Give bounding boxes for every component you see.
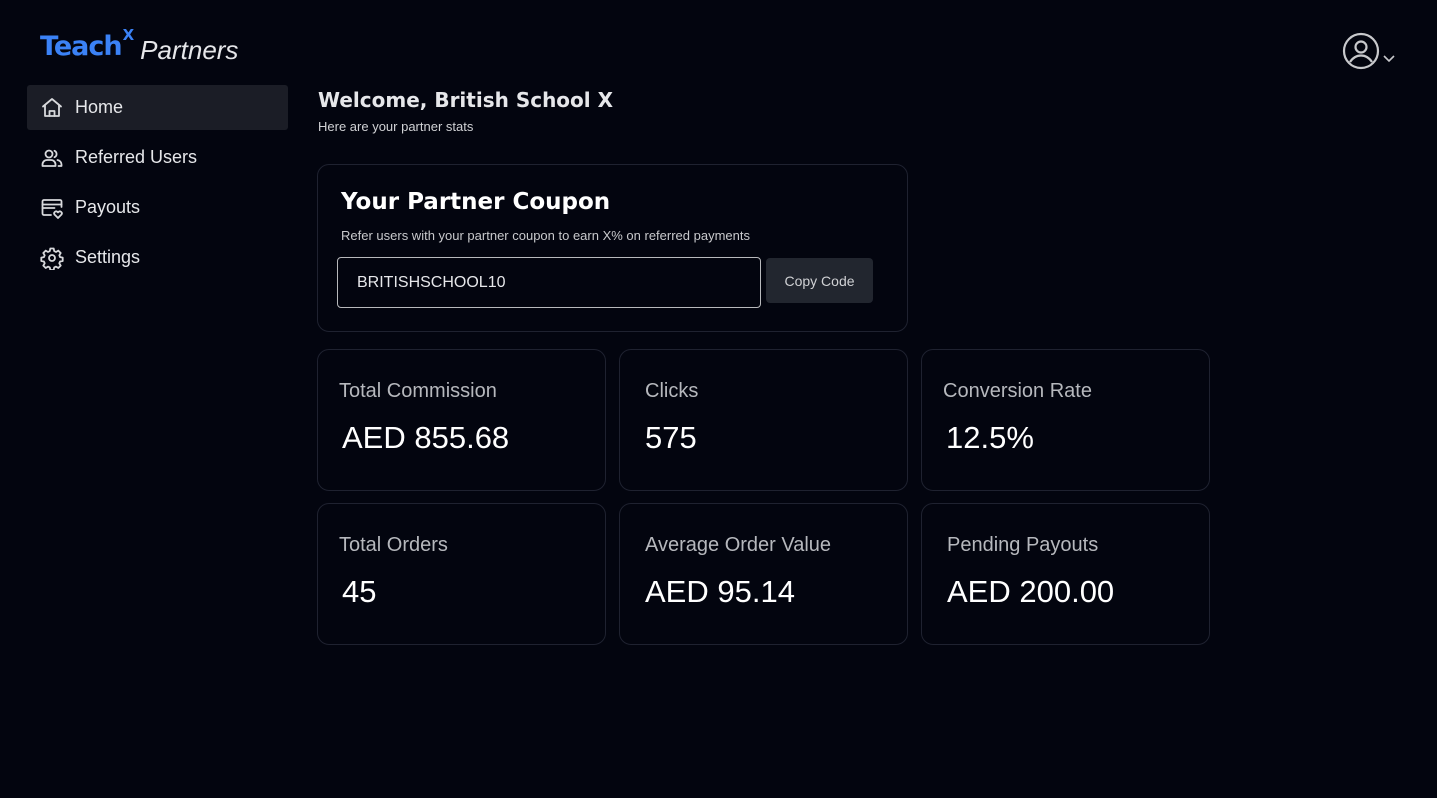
page-title: Welcome, British School X [318, 88, 614, 112]
stat-value: 45 [342, 574, 377, 609]
gear-icon [40, 246, 64, 270]
sidebar-item-label: Referred Users [75, 147, 198, 167]
home-icon [40, 96, 64, 120]
stat-value: 575 [645, 420, 697, 455]
sidebar-item-payouts[interactable]: Payouts [27, 185, 288, 230]
user-circle-icon [1342, 32, 1380, 75]
logo-partners: Partners [140, 35, 239, 65]
sidebar-item-label: Settings [75, 247, 141, 267]
stat-card-pending-payouts: Pending Payouts AED 200.00 [921, 503, 1210, 645]
users-icon [40, 146, 64, 170]
stat-card-conversion-rate: Conversion Rate 12.5% [921, 349, 1210, 491]
chevron-down-icon [1382, 50, 1396, 68]
sidebar-item-settings[interactable]: Settings [27, 235, 288, 280]
stat-label: Average Order Value [645, 534, 832, 556]
sidebar-item-referred-users[interactable]: Referred Users [27, 135, 288, 180]
sidebar: Home Referred Users Payouts Settings [27, 85, 288, 285]
stat-value: 12.5% [946, 420, 1034, 455]
partner-coupon-card: Your Partner Coupon Refer users with you… [317, 164, 908, 332]
welcome-section: Welcome, British School X Here are your … [318, 88, 613, 134]
stat-value: AED 855.68 [342, 420, 510, 455]
page-subtitle: Here are your partner stats [318, 119, 474, 134]
sidebar-item-home[interactable]: Home [27, 85, 288, 130]
copy-code-button[interactable]: Copy Code [766, 258, 873, 303]
logo-teach: Teach [40, 31, 123, 62]
stat-card-clicks: Clicks 575 [619, 349, 908, 491]
stat-label: Clicks [645, 380, 699, 402]
coupon-description: Refer users with your partner coupon to … [341, 228, 750, 243]
user-menu[interactable] [1342, 32, 1396, 75]
stat-card-average-order-value: Average Order Value AED 95.14 [619, 503, 908, 645]
stat-card-total-orders: Total Orders 45 [317, 503, 606, 645]
stat-label: Total Orders [339, 534, 448, 556]
stat-label: Pending Payouts [947, 534, 1099, 556]
sidebar-item-label: Home [75, 97, 124, 117]
coupon-code-input[interactable] [337, 257, 761, 308]
sidebar-item-label: Payouts [75, 197, 141, 217]
logo-x: X [122, 26, 135, 44]
stat-value: AED 200.00 [947, 574, 1115, 609]
payout-card-icon [40, 196, 64, 220]
stat-value: AED 95.14 [645, 574, 795, 609]
stat-label: Total Commission [339, 380, 497, 402]
logo[interactable]: Teach X Partners [40, 26, 239, 72]
coupon-title: Your Partner Coupon [341, 189, 611, 215]
stat-card-total-commission: Total Commission AED 855.68 [317, 349, 606, 491]
stat-label: Conversion Rate [943, 380, 1092, 402]
